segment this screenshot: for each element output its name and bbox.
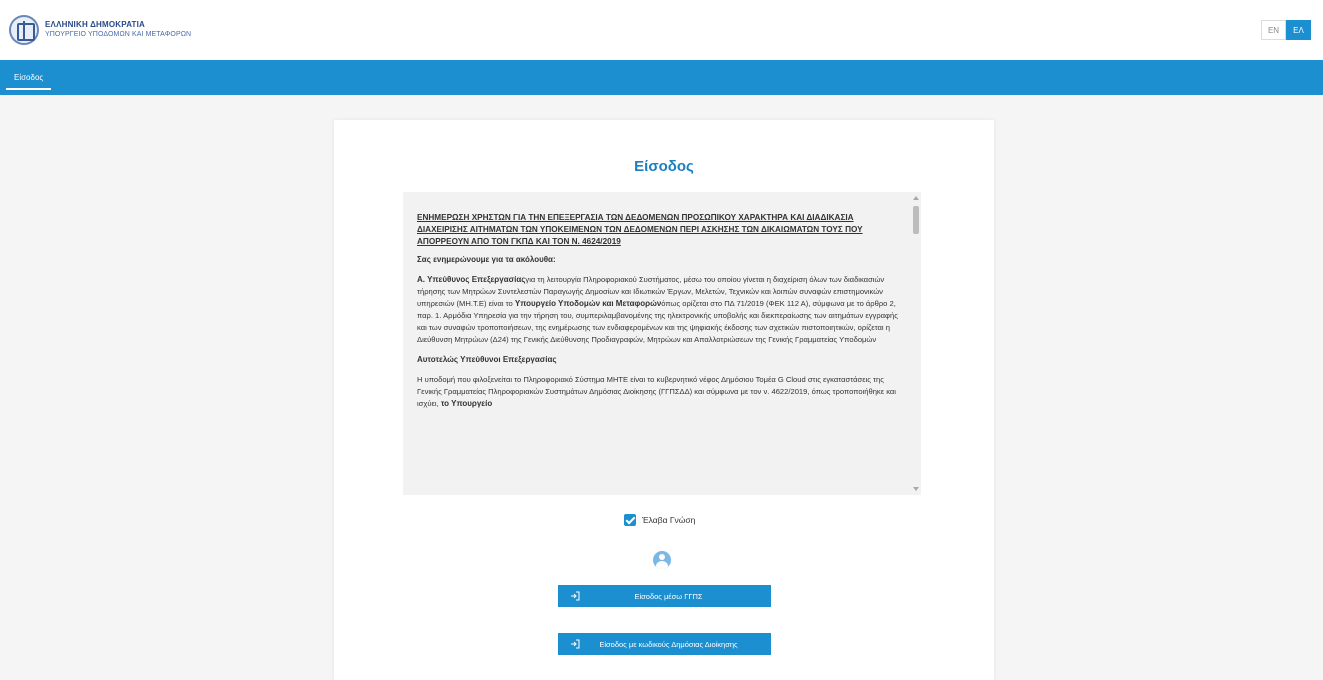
top-header: ΕΛΛΗΝΙΚΗ ΔΗΜΟΚΡΑΤΙΑ ΥΠΟΥΡΓΕΙΟ ΥΠΟΔΟΜΩΝ Κ… — [0, 0, 1323, 60]
controller-label: Α. Υπεύθυνος Επεξεργασίας — [417, 275, 526, 284]
login-gsis-label: Είσοδος μέσω ΓΓΠΣ — [634, 591, 703, 601]
page-title: Είσοδος — [634, 158, 694, 175]
login-card: Είσοδος ΕΝΗΜΕΡΩΣΗ ΧΡΗΣΤΩΝ ΓΙΑ ΤΗΝ ΕΠΕΞΕΡ… — [334, 120, 994, 680]
checkbox-checked-icon[interactable] — [624, 514, 636, 526]
login-public-admin-label: Είσοδος με κωδικούς Δημόσιας Διοίκησης — [599, 639, 738, 649]
joint-controllers-bold: το Υπουργείο — [440, 399, 493, 408]
user-avatar-icon — [653, 551, 671, 569]
terms-scrollbar[interactable] — [911, 192, 921, 495]
scroll-thumb[interactable] — [913, 206, 919, 234]
language-switcher: EN ΕΛ — [1261, 20, 1311, 40]
ministry-name: Υπουργείο Υποδομών και Μεταφορών — [514, 299, 662, 308]
logo-line1: ΕΛΛΗΝΙΚΗ ΔΗΜΟΚΡΑΤΙΑ — [45, 20, 145, 29]
nav-item-login[interactable]: Είσοδος — [6, 60, 52, 95]
logo-text: ΕΛΛΗΝΙΚΗ ΔΗΜΟΚΡΑΤΙΑ ΥΠΟΥΡΓΕΙΟ ΥΠΟΔΟΜΩΝ Κ… — [45, 20, 191, 40]
logo-line2: ΥΠΟΥΡΓΕΙΟ ΥΠΟΔΟΜΩΝ ΚΑΙ ΜΕΤΑΦΟΡΩΝ — [45, 31, 192, 38]
main-nav: Είσοδος — [0, 60, 1323, 95]
sign-in-icon — [571, 591, 580, 601]
terms-box[interactable]: ΕΝΗΜΕΡΩΣΗ ΧΡΗΣΤΩΝ ΓΙΑ ΤΗΝ ΕΠΕΞΕΡΓΑΣΙΑ ΤΩ… — [403, 192, 921, 495]
accept-terms-checkbox[interactable]: Έλαβα Γνώση — [624, 514, 695, 526]
terms-content: ΕΝΗΜΕΡΩΣΗ ΧΡΗΣΤΩΝ ΓΙΑ ΤΗΝ ΕΠΕΞΕΡΓΑΣΙΑ ΤΩ… — [417, 212, 905, 418]
scroll-up-arrow-icon[interactable] — [913, 196, 919, 200]
joint-controllers-heading: Αυτοτελώς Υπεύθυνοι Επεξεργασίας — [417, 355, 557, 364]
terms-heading: ΕΝΗΜΕΡΩΣΗ ΧΡΗΣΤΩΝ ΓΙΑ ΤΗΝ ΕΠΕΞΕΡΓΑΣΙΑ ΤΩ… — [417, 213, 863, 246]
ministry-logo[interactable]: ΕΛΛΗΝΙΚΗ ΔΗΜΟΚΡΑΤΙΑ ΥΠΟΥΡΓΕΙΟ ΥΠΟΔΟΜΩΝ Κ… — [9, 15, 191, 45]
login-public-admin-button[interactable]: Είσοδος με κωδικούς Δημόσιας Διοίκησης — [558, 633, 771, 655]
lang-en-button[interactable]: EN — [1261, 20, 1286, 40]
login-gsis-button[interactable]: Είσοδος μέσω ΓΓΠΣ — [558, 585, 771, 607]
greek-republic-emblem-icon — [9, 15, 39, 45]
terms-paragraph-1: Α. Υπεύθυνος Επεξεργασίαςγια τη λειτουργ… — [417, 274, 905, 346]
accept-terms-label[interactable]: Έλαβα Γνώση — [642, 515, 695, 525]
sign-in-icon — [571, 639, 580, 649]
terms-paragraph-2: Η υποδομή που φιλοξενείται το Πληροφορια… — [417, 374, 905, 410]
scroll-down-arrow-icon[interactable] — [913, 487, 919, 491]
lang-el-button[interactable]: ΕΛ — [1286, 20, 1311, 40]
terms-subheading: Σας ενημερώνουμε για τα ακόλουθα: — [417, 255, 556, 264]
